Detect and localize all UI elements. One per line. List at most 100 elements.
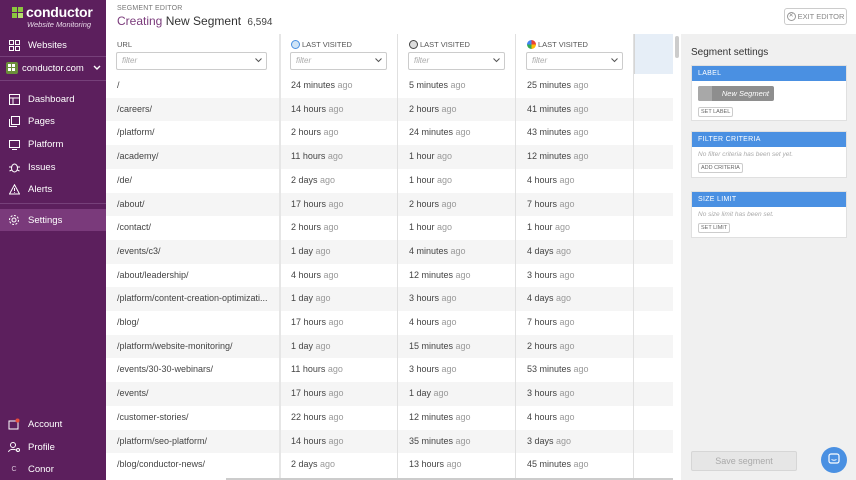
sidebar-item-pages[interactable]: Pages [0, 110, 106, 132]
ago-suffix: ago [437, 151, 453, 162]
url-cell[interactable]: / [117, 74, 277, 98]
last-visited-cell: 3 days ago [527, 430, 632, 454]
time-value: 15 minutes [409, 340, 454, 351]
last-visited-filter-input[interactable]: filter [526, 52, 623, 70]
url-cell[interactable]: /events/c3/ [117, 240, 277, 264]
url-cell[interactable]: /blog/conductor-news/ [117, 453, 277, 477]
platform-icon [8, 138, 20, 150]
time-value: 2 hours [291, 222, 322, 233]
column-header-last-visited-1: LAST VISITED filter [280, 34, 397, 74]
column-divider [279, 34, 281, 480]
time-value: 3 hours [527, 388, 558, 399]
last-visited-cell: 25 minutes ago [527, 74, 632, 98]
chat-button[interactable] [821, 447, 847, 473]
table-row[interactable]: /platform/website-monitoring/1 day ago 15… [106, 334, 673, 359]
sidebar: conductor Website Monitoring Websites co… [0, 0, 106, 480]
url-cell[interactable]: /events/30-30-webinars/ [117, 358, 277, 382]
table-row[interactable]: /platform/2 hours ago 24 minutes ago 43 mi… [106, 121, 673, 145]
ago-suffix: ago [573, 364, 589, 375]
time-value: 45 minutes [527, 459, 572, 470]
column-header-last-visited-3: LAST VISITED filter [516, 34, 633, 74]
conductor-logo[interactable]: conductor Website Monitoring [12, 4, 104, 29]
time-value: 12 minutes [409, 269, 454, 280]
ago-suffix: ago [556, 245, 572, 256]
ago-suffix: ago [328, 435, 344, 446]
url-cell[interactable]: /platform/ [117, 121, 277, 145]
table-row[interactable]: /platform/seo-platform/14 hours ago 35 mi… [106, 429, 673, 454]
last-visited-filter-input[interactable]: filter [290, 52, 387, 70]
time-value: 1 day [409, 388, 432, 399]
table-row[interactable]: /de/2 days ago 1 hour ago 4 hours ago [106, 169, 673, 193]
add-criteria-button[interactable]: ADD CRITERIA [698, 163, 743, 173]
url-cell[interactable]: /platform/website-monitoring/ [117, 335, 277, 359]
time-value: 2 hours [291, 127, 322, 138]
table-row[interactable]: /careers/14 hours ago 2 hours ago 41 minut… [106, 97, 673, 122]
table-row[interactable]: /about/17 hours ago 2 hours ago 7 hours ag… [106, 192, 673, 217]
sidebar-item-account[interactable]: Account [0, 413, 106, 435]
url-cell[interactable]: /careers/ [117, 98, 277, 122]
last-visited-cell: 2 days ago [291, 453, 396, 477]
ago-suffix: ago [450, 245, 466, 256]
url-cell[interactable]: /customer-stories/ [117, 406, 277, 430]
url-cell[interactable]: /contact/ [117, 216, 277, 240]
vertical-scrollbar[interactable] [675, 36, 679, 58]
table-row[interactable]: /academy/11 hours ago 1 hour ago 12 minute… [106, 145, 673, 169]
sidebar-item-user[interactable]: C Conor [0, 458, 106, 480]
url-cell[interactable]: /events/ [117, 382, 277, 406]
url-cell[interactable]: /about/ [117, 193, 277, 217]
ago-suffix: ago [559, 174, 575, 185]
segment-label-pill[interactable]: New Segment [698, 86, 774, 101]
domain-selector[interactable]: conductor.com [0, 57, 106, 79]
time-value: 4 days [527, 245, 554, 256]
ago-suffix: ago [323, 127, 339, 138]
last-visited-cell: 24 minutes ago [291, 74, 396, 98]
sidebar-item-dashboard[interactable]: Dashboard [0, 88, 106, 110]
sidebar-item-profile[interactable]: Profile [0, 436, 106, 458]
time-value: 17 hours [291, 317, 327, 327]
url-cell[interactable]: /platform/seo-platform/ [117, 430, 277, 454]
set-limit-button[interactable]: SET LIMIT [698, 223, 731, 233]
table-row[interactable]: /events/17 hours ago 1 day ago 3 hours ago [106, 382, 673, 406]
save-segment-button[interactable]: Save segment [691, 451, 797, 471]
sidebar-item-settings[interactable]: Settings [0, 209, 106, 231]
last-visited-filter-input[interactable]: filter [408, 52, 505, 70]
url-cell[interactable]: /about/leadership/ [117, 264, 277, 288]
ago-suffix: ago [573, 151, 589, 162]
exit-editor-button[interactable]: ✕ EXIT EDITOR [784, 8, 847, 25]
url-cell[interactable]: /blog/ [117, 311, 277, 335]
ago-suffix: ago [441, 317, 457, 327]
table-row[interactable]: /platform/content-creation-optimizati...… [106, 287, 673, 311]
sidebar-item-platform[interactable]: Platform [0, 133, 106, 155]
table-row[interactable]: /events/30-30-webinars/11 hours ago 3 hou… [106, 358, 673, 382]
url-cell[interactable]: /de/ [117, 169, 277, 193]
url-cell[interactable]: /academy/ [117, 145, 277, 169]
table-row[interactable]: /about/leadership/4 hours ago 12 minutes … [106, 264, 673, 288]
set-label-button[interactable]: SET LABEL [698, 107, 734, 117]
sidebar-item-issues[interactable]: Issues [0, 156, 106, 178]
ago-suffix: ago [441, 364, 457, 375]
table-row[interactable]: /24 minutes ago 5 minutes ago 25 minutes a… [106, 74, 673, 98]
table-row[interactable]: /events/c3/1 day ago 4 minutes ago 4 days … [106, 239, 673, 264]
table-row[interactable]: /contact/2 hours ago 1 hour ago 1 hour ago [106, 216, 673, 240]
section-label: SEGMENT EDITOR [117, 5, 183, 12]
table-row[interactable]: /blog/17 hours ago 4 hours ago 7 hours ago [106, 311, 673, 335]
url-filter-input[interactable]: filter [116, 52, 267, 70]
pages-icon [8, 115, 20, 127]
ago-suffix: ago [315, 293, 331, 304]
table-row[interactable]: /customer-stories/22 hours ago 12 minutes… [106, 406, 673, 430]
last-visited-cell: 7 hours ago [527, 193, 632, 217]
column-header-url: URL filter [106, 34, 279, 74]
ago-suffix: ago [455, 411, 471, 422]
last-visited-cell: 3 hours ago [409, 287, 514, 311]
time-value: 2 hours [409, 198, 440, 209]
sidebar-item-websites[interactable]: Websites [0, 34, 106, 56]
table-row[interactable]: /blog/conductor-news/2 days ago 13 hours … [106, 453, 673, 477]
chevron-down-icon [93, 64, 101, 73]
time-value: 4 hours [409, 317, 440, 327]
sidebar-item-alerts[interactable]: Alerts [0, 178, 106, 200]
time-value: 3 hours [527, 269, 558, 280]
time-value: 2 hours [527, 340, 558, 351]
last-visited-cell: 4 hours ago [291, 264, 396, 288]
url-cell[interactable]: /platform/content-creation-optimizati... [117, 287, 277, 311]
time-value: 12 minutes [409, 411, 454, 422]
